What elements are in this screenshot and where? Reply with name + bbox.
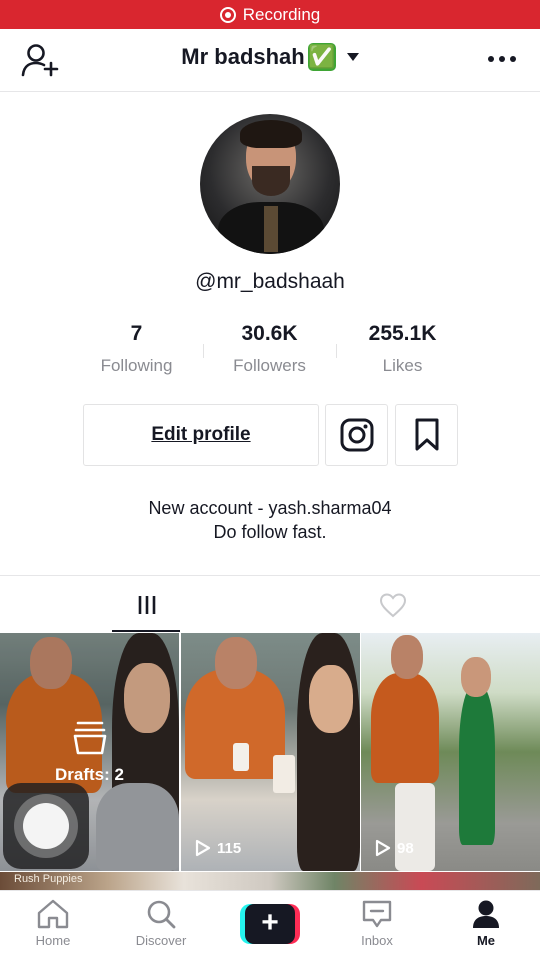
account-switcher[interactable]: Mr badshah ✅ — [0, 43, 540, 71]
drafts-icon — [73, 721, 107, 755]
chevron-down-icon — [346, 53, 359, 61]
bookmark-icon — [415, 418, 438, 451]
stat-likes[interactable]: 255.1K Likes — [336, 322, 469, 376]
profile-handle: @mr_badshaah — [195, 270, 345, 293]
top-navigation: Mr badshah ✅ — [0, 29, 540, 92]
video-thumbnail[interactable]: 98 — [361, 633, 540, 871]
stat-label: Likes — [382, 356, 423, 375]
inbox-icon — [362, 900, 392, 928]
thumbnail-shape — [371, 673, 439, 783]
stat-value: 255.1K — [368, 322, 437, 345]
nav-me[interactable]: Me — [441, 899, 531, 948]
view-count: 115 — [195, 839, 241, 857]
dot — [499, 56, 505, 62]
stat-following[interactable]: 7 Following — [70, 322, 203, 376]
drafts-count: Drafts: 2 — [55, 765, 124, 784]
screen-recording-bar[interactable]: Recording — [0, 0, 540, 29]
stat-followers[interactable]: 30.6K Followers — [203, 322, 336, 376]
next-row-thumbnails[interactable]: Rush Puppies — [0, 872, 540, 890]
thumbnail-shape — [215, 637, 257, 689]
record-icon — [219, 6, 236, 23]
heart-icon — [379, 592, 407, 617]
nav-inbox[interactable]: Inbox — [332, 899, 422, 948]
thumbnail-shape — [395, 783, 435, 871]
view-count: 98 — [375, 839, 414, 857]
profile-bio: New account - yash.sharma04 Do follow fa… — [0, 496, 540, 544]
dot — [488, 56, 494, 62]
recording-label: Recording — [242, 4, 321, 24]
assistive-touch-button[interactable] — [3, 783, 89, 869]
profile-username: Mr badshah — [181, 44, 305, 69]
thumbnail-caption: Rush Puppies — [14, 873, 83, 885]
profile-stats: 7 Following 30.6K Followers 255.1K Likes — [70, 322, 470, 376]
avatar-shape — [252, 166, 290, 196]
tab-liked[interactable] — [303, 576, 483, 633]
nav-label: Home — [35, 933, 71, 948]
more-options-icon[interactable] — [488, 56, 516, 62]
nav-label: Inbox — [361, 933, 393, 948]
stat-label: Followers — [233, 356, 306, 375]
thumbnail-shape — [461, 657, 491, 697]
view-count-value: 98 — [397, 839, 414, 857]
search-icon — [147, 900, 176, 929]
thumbnail-shape — [391, 635, 423, 679]
avatar-shape — [240, 120, 302, 148]
active-tab-indicator — [112, 630, 180, 632]
nav-home[interactable]: Home — [8, 899, 98, 948]
person-icon — [473, 900, 499, 928]
favorites-button[interactable] — [395, 404, 458, 466]
play-icon — [375, 839, 391, 857]
stat-value: 30.6K — [241, 322, 298, 345]
create-video-button[interactable]: + — [240, 904, 300, 944]
nav-discover[interactable]: Discover — [116, 899, 206, 948]
thumbnail-shape — [273, 755, 295, 793]
stat-value: 7 — [130, 322, 143, 345]
assistive-touch-dot — [23, 803, 69, 849]
verified-emoji: ✅ — [307, 43, 336, 71]
assistive-touch-ring — [14, 794, 78, 858]
profile-avatar[interactable] — [200, 114, 340, 254]
instagram-icon — [340, 418, 373, 452]
plus-icon: + — [245, 904, 295, 944]
edit-profile-button[interactable]: Edit profile — [83, 404, 319, 466]
bio-line: Do follow fast. — [213, 522, 327, 542]
play-icon — [195, 839, 211, 857]
video-thumbnail[interactable]: 115 — [181, 633, 360, 871]
nav-label: Discover — [135, 933, 187, 948]
thumbnail-shape — [233, 743, 249, 771]
dot — [510, 56, 516, 62]
thumbnail-shape — [309, 665, 353, 733]
tab-videos[interactable] — [57, 576, 237, 633]
bottom-navigation: Home Discover + Inbox Me — [0, 890, 540, 960]
instagram-button[interactable] — [325, 404, 388, 466]
view-count-value: 115 — [217, 839, 242, 857]
grid-icon — [138, 595, 156, 614]
profile-tabs — [0, 575, 540, 633]
nav-label: Me — [476, 933, 496, 948]
bio-line: New account - yash.sharma04 — [148, 498, 392, 518]
home-icon — [37, 899, 69, 929]
thumbnail-shape — [459, 685, 495, 845]
stat-label: Following — [100, 356, 173, 375]
avatar-shape — [264, 206, 278, 252]
